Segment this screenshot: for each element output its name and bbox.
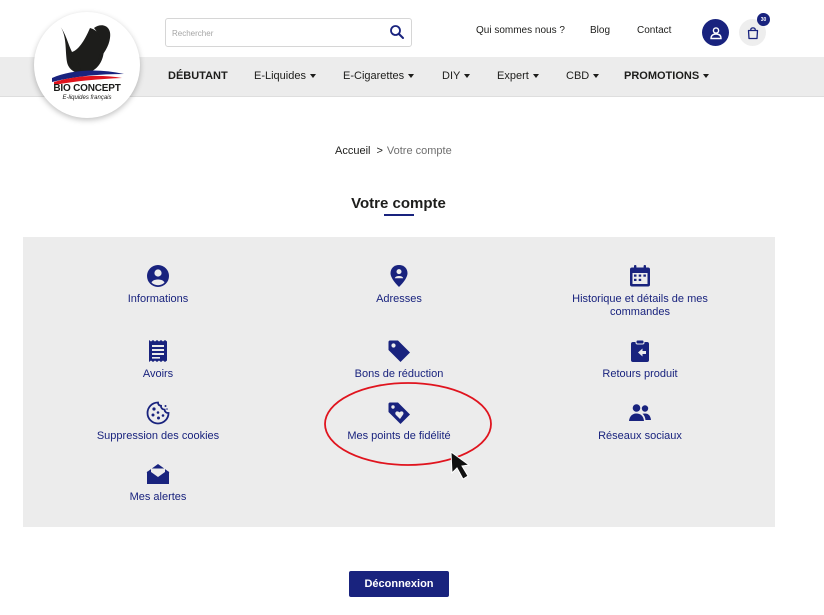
tile-label: Réseaux sociaux	[598, 430, 682, 442]
tile-suppression-cookies[interactable]: Suppression des cookies	[88, 401, 228, 443]
search-icon	[390, 25, 404, 39]
tile-label: Bons de réduction	[354, 368, 444, 380]
tile-reseaux-sociaux[interactable]: Réseaux sociaux	[590, 401, 690, 443]
brand-tagline: E-liquides français	[62, 95, 112, 101]
nav-item-label: Expert	[497, 70, 529, 82]
nav-item-diy[interactable]: DIY	[442, 70, 471, 82]
tile-historique-commandes[interactable]: Historique et détails de mes commandes	[564, 264, 716, 319]
nav-item-label: PROMOTIONS	[624, 70, 700, 82]
caret-down-icon	[532, 74, 539, 78]
tile-mes-alertes[interactable]: Mes alertes	[118, 462, 198, 504]
search-input[interactable]	[172, 25, 372, 41]
tile-bons-reduction[interactable]: Bons de réduction	[339, 339, 459, 381]
nav-item-debutant[interactable]: DÉBUTANT	[168, 70, 228, 82]
breadcrumb-home-link[interactable]: Accueil	[335, 145, 370, 157]
calendar-icon	[628, 264, 652, 288]
nav-item-label: DIY	[442, 70, 461, 82]
tag-icon	[387, 339, 411, 363]
brand-name: BIO CONCEPT	[53, 83, 121, 94]
tile-informations[interactable]: Informations	[108, 264, 208, 306]
user-circle-icon	[146, 264, 170, 288]
map-marker-user-icon	[387, 264, 411, 288]
tile-label: Retours produit	[602, 368, 678, 380]
tile-label: Avoirs	[142, 368, 174, 380]
breadcrumb-current: Votre compte	[386, 145, 452, 157]
nav-item-label: E-Liquides	[254, 70, 306, 82]
clipboard-return-icon	[628, 339, 652, 363]
nav-item-promotions[interactable]: PROMOTIONS	[624, 70, 710, 82]
nav-item-label: DÉBUTANT	[168, 70, 228, 82]
page-title: Votre compte	[351, 195, 446, 212]
tile-points-fidelite[interactable]: Mes points de fidélité	[334, 401, 464, 443]
tile-avoirs[interactable]: Avoirs	[118, 339, 198, 381]
cookie-icon	[146, 401, 170, 425]
brand-logo[interactable]: BIO CONCEPT E-liquides français	[34, 12, 140, 118]
caret-down-icon	[408, 74, 415, 78]
caret-down-icon	[309, 74, 316, 78]
nav-item-e-cigarettes[interactable]: E-Cigarettes	[343, 70, 415, 82]
cart-count-badge: 30	[757, 13, 770, 26]
tile-adresses[interactable]: Adresses	[349, 264, 449, 306]
link-contact[interactable]: Contact	[637, 25, 671, 36]
nav-item-cbd[interactable]: CBD	[566, 70, 600, 82]
search-button[interactable]	[389, 24, 405, 40]
tile-label: Adresses	[376, 293, 422, 305]
heart-tag-icon	[387, 401, 411, 425]
caret-down-icon	[464, 74, 471, 78]
link-about-us[interactable]: Qui sommes nous ?	[476, 25, 565, 36]
tile-label: Historique et détails de mes commandes	[572, 293, 708, 318]
account-button[interactable]	[702, 19, 729, 46]
tile-retours-produit[interactable]: Retours produit	[590, 339, 690, 381]
shopping-bag-icon	[747, 26, 758, 39]
caret-down-icon	[593, 74, 600, 78]
tile-label: Mes points de fidélité	[347, 430, 451, 442]
logout-button[interactable]: Déconnexion	[349, 571, 449, 597]
title-underline	[384, 214, 414, 216]
tile-label: Informations	[127, 293, 189, 305]
nav-item-label: E-Cigarettes	[343, 70, 405, 82]
breadcrumb: Accueil > Votre compte	[335, 145, 452, 157]
user-icon	[709, 26, 722, 39]
receipt-icon	[146, 339, 170, 363]
envelope-open-icon	[146, 462, 170, 486]
search-bar	[165, 18, 412, 47]
breadcrumb-separator: >	[376, 145, 383, 157]
caret-down-icon	[703, 74, 710, 78]
tile-label: Mes alertes	[129, 491, 187, 503]
tile-label: Suppression des cookies	[96, 430, 220, 442]
nav-item-label: CBD	[566, 70, 590, 82]
link-blog[interactable]: Blog	[590, 25, 610, 36]
users-icon	[628, 401, 652, 425]
logo-emblem-icon	[52, 25, 124, 85]
nav-item-e-liquides[interactable]: E-Liquides	[254, 70, 316, 82]
nav-item-expert[interactable]: Expert	[497, 70, 539, 82]
